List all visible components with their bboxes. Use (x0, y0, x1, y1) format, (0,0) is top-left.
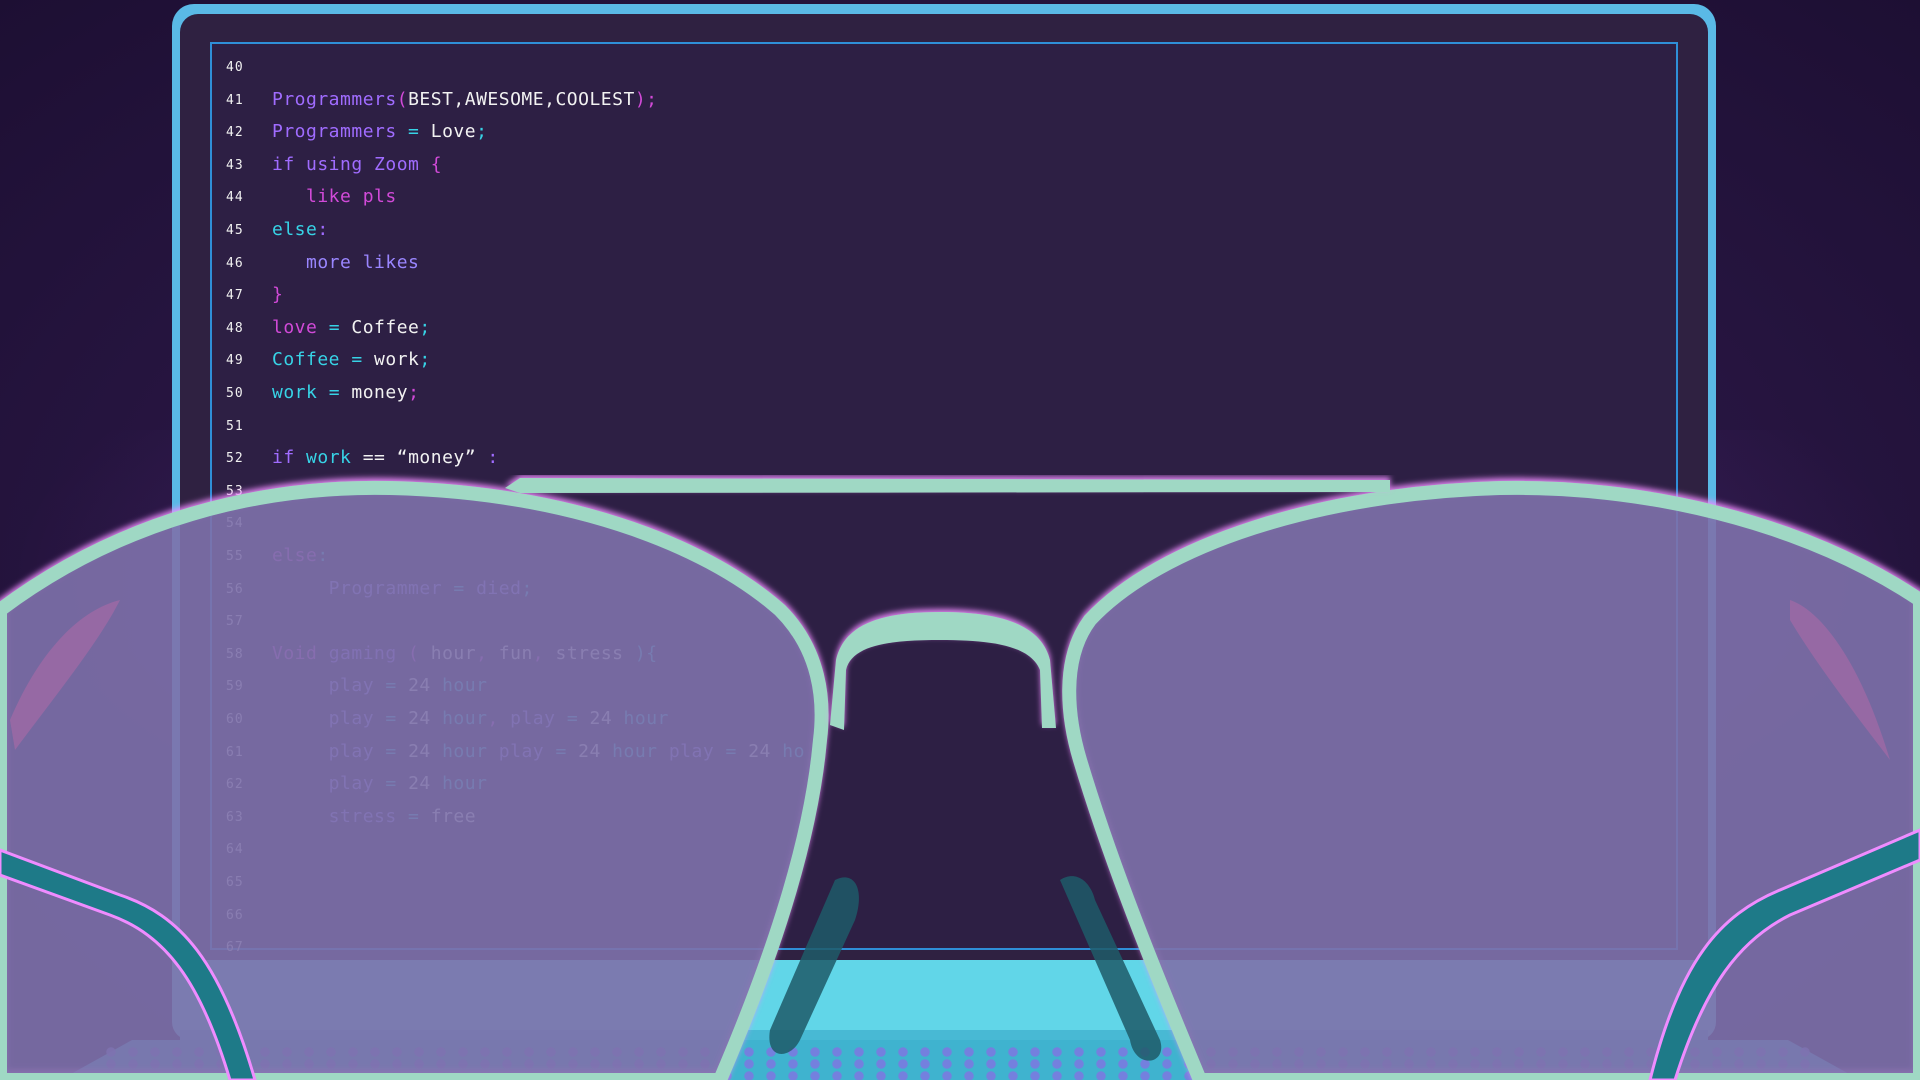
glasses-bridge (830, 612, 1056, 730)
glasses-icon (0, 478, 1920, 1080)
right-lens (1062, 480, 1920, 1080)
left-lens (0, 480, 829, 1080)
glasses-top-bar (505, 478, 1390, 493)
